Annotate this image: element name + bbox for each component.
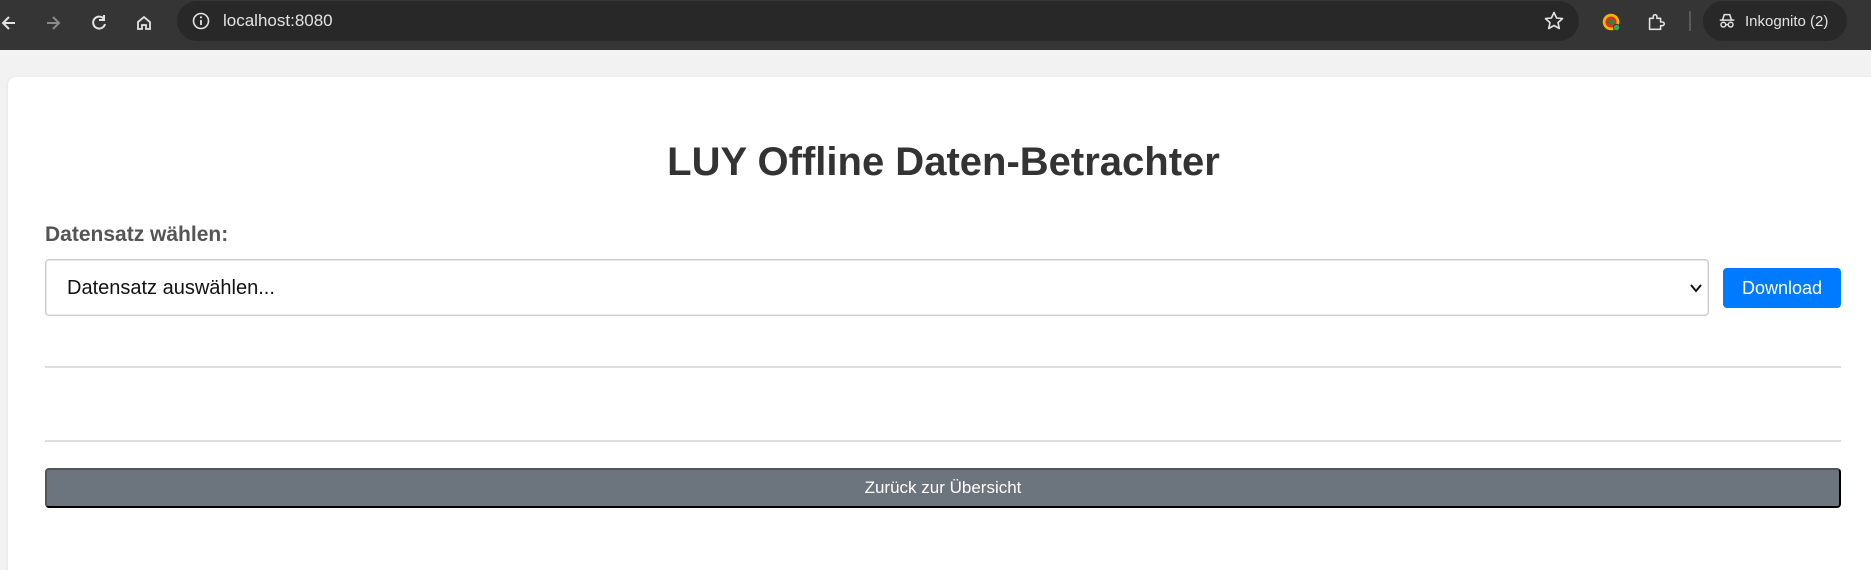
home-button[interactable] (126, 5, 162, 41)
incognito-button[interactable]: Inkognito (2) (1703, 1, 1847, 41)
address-bar[interactable]: localhost:8080 (177, 1, 1579, 41)
star-icon[interactable] (1543, 10, 1565, 32)
browser-toolbar: localhost:8080 Inkognito (2) (0, 0, 1871, 50)
back-to-overview-button[interactable]: Zurück zur Übersicht (45, 468, 1841, 508)
page-title: LUY Offline Daten-Betrachter (667, 140, 1220, 184)
forward-button[interactable] (35, 5, 71, 41)
extension-colorful-icon[interactable] (1598, 9, 1624, 35)
dataset-select-value: Datensatz auswählen... (67, 277, 275, 299)
back-button[interactable] (0, 5, 27, 41)
info-icon[interactable] (191, 11, 211, 31)
arrow-left-icon (1, 16, 15, 30)
toolbar-separator (1689, 11, 1691, 31)
arrow-right-icon (47, 16, 61, 30)
incognito-icon (1719, 13, 1735, 28)
puzzle-icon[interactable] (1643, 9, 1669, 35)
divider (45, 366, 1841, 368)
download-button[interactable]: Download (1723, 268, 1841, 308)
chevron-down-icon (1690, 284, 1702, 293)
incognito-label: Inkognito (2) (1745, 12, 1829, 30)
home-icon (137, 15, 151, 30)
address-url[interactable]: localhost:8080 (223, 11, 333, 31)
dataset-select[interactable]: Datensatz auswählen... (45, 259, 1709, 316)
reload-icon (92, 15, 106, 30)
dataset-label: Datensatz wählen: (45, 223, 229, 246)
divider (45, 440, 1841, 442)
reload-button[interactable] (81, 5, 117, 41)
